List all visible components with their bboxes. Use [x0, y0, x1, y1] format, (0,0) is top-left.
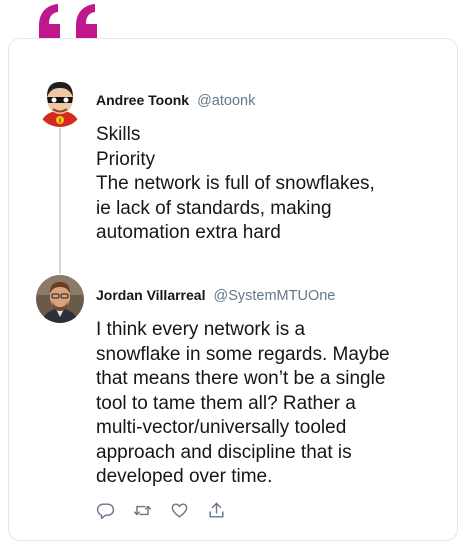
tweet-line: multi-vector/universally tooled	[96, 417, 347, 438]
tweet-line: that means there won’t be a single	[96, 368, 386, 389]
tweet-line: snowflake in some regards. Maybe	[96, 343, 390, 365]
like-icon	[171, 502, 187, 518]
share-button[interactable]	[206, 500, 226, 520]
share-icon	[208, 502, 224, 518]
display-name[interactable]: Andree Toonk	[96, 92, 189, 108]
tweet-quote-graphic: i Andree Toonk @atoonk Skills Priority T…	[0, 0, 463, 548]
tweet-action-bar	[95, 500, 243, 520]
tweet-line: developed over time.	[96, 466, 273, 487]
tweet-line: ie lack of standards, making	[96, 197, 332, 219]
retweet-icon	[133, 505, 151, 515]
retweet-button[interactable]	[132, 500, 152, 520]
tweet-header: Jordan Villarreal @SystemMTUOne	[96, 287, 335, 304]
tweet-text: Skills Priority The network is full of s…	[96, 123, 436, 246]
avatar[interactable]	[36, 275, 84, 323]
tweet-line: automation extra hard	[96, 222, 281, 243]
display-name[interactable]: Jordan Villarreal	[96, 287, 205, 303]
user-handle[interactable]: @SystemMTUOne	[213, 288, 335, 304]
tweet-header: Andree Toonk @atoonk	[96, 92, 255, 109]
tweet-line: Priority	[96, 148, 156, 170]
tweet-line: I think every network is a	[96, 319, 306, 340]
avatar[interactable]: i	[36, 79, 84, 127]
tweet-line: tool to tame them all? Rather a	[96, 392, 356, 414]
reply-button[interactable]	[95, 500, 115, 520]
tweet-text: I think every network is a snowflake in …	[96, 318, 436, 490]
thread-connector-line	[59, 128, 61, 274]
reply-icon	[96, 502, 114, 519]
tweet-line: Skills	[96, 124, 141, 145]
tweet-line: The network is full of snowflakes,	[96, 173, 375, 194]
like-button[interactable]	[169, 500, 189, 520]
tweet-line: approach and discipline that is	[96, 441, 352, 463]
user-handle[interactable]: @atoonk	[197, 93, 255, 109]
